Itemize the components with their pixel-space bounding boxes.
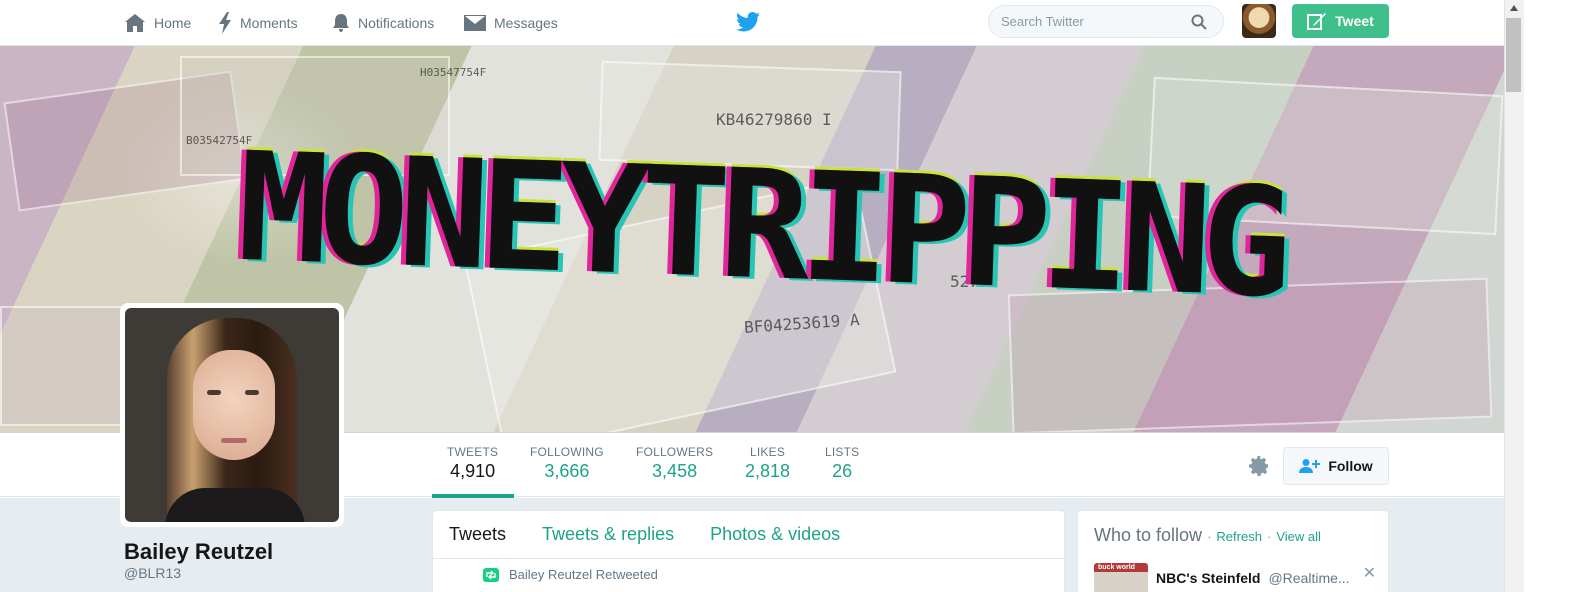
profile-photo [125, 308, 339, 522]
nav-notifications[interactable]: Notifications [332, 12, 434, 34]
stat-value: 4,910 [450, 461, 496, 481]
scroll-up-arrow-icon[interactable] [1509, 4, 1519, 12]
nav-messages-label: Messages [494, 15, 558, 31]
tweet-button[interactable]: Tweet [1292, 4, 1389, 38]
stat-value: 3,666 [544, 461, 590, 481]
suggestion-row[interactable]: buck world NBC's Steinfeld @Realtime... … [1094, 563, 1376, 592]
timeline: Tweets Tweets & replies Photos & videos … [432, 510, 1065, 592]
timeline-tabs: Tweets Tweets & replies Photos & videos [433, 511, 1064, 559]
follow-button[interactable]: Follow [1283, 447, 1389, 485]
twitter-bird-icon[interactable] [736, 11, 760, 33]
retweet-context-text: Bailey Reutzel Retweeted [509, 567, 658, 582]
suggestion-handle: @Realtime... [1268, 570, 1350, 586]
stat-likes[interactable]: LIKES 2,818 [745, 445, 790, 482]
stat-label: FOLLOWERS [636, 445, 714, 459]
gear-icon[interactable] [1248, 455, 1270, 477]
retweet-icon [483, 567, 499, 582]
who-to-follow-title: Who to follow [1094, 525, 1203, 545]
follow-button-label: Follow [1328, 458, 1373, 474]
banner-title: MONEYTRIPPING [235, 120, 1285, 332]
stat-label: LIKES [750, 445, 786, 459]
twitter-profile-page: Home Moments Notifications Messages Twee… [0, 0, 1574, 592]
bell-icon [333, 14, 349, 32]
banner-serial: H03547754F [420, 66, 487, 79]
stat-following[interactable]: FOLLOWING 3,666 [530, 445, 604, 482]
account-avatar[interactable] [1242, 4, 1276, 38]
scrollbar-thumb[interactable] [1506, 18, 1521, 92]
separator: · [1266, 529, 1272, 544]
search-box[interactable] [988, 5, 1224, 38]
profile-name: Bailey Reutzel [124, 539, 274, 564]
suggestion-avatar[interactable]: buck world [1094, 563, 1148, 592]
nav-moments-label: Moments [240, 15, 298, 31]
tab-photos-videos[interactable]: Photos & videos [710, 524, 840, 545]
stat-value: 2,818 [745, 461, 791, 481]
view-all-link[interactable]: View all [1276, 529, 1321, 544]
stat-value: 26 [832, 461, 853, 481]
add-user-icon [1299, 459, 1321, 473]
nav-notifications-label: Notifications [358, 15, 435, 31]
who-to-follow-header: Who to follow · Refresh · View all [1094, 525, 1372, 546]
nav-messages[interactable]: Messages [464, 12, 558, 34]
tweet-button-label: Tweet [1335, 13, 1374, 29]
profile-handle[interactable]: @BLR13 [124, 565, 181, 581]
nav-home[interactable]: Home [124, 12, 191, 34]
stat-lists[interactable]: LISTS 26 [825, 445, 859, 482]
stat-followers[interactable]: FOLLOWERS 3,458 [636, 445, 713, 482]
profile-avatar[interactable] [120, 303, 344, 527]
stat-label: FOLLOWING [530, 445, 604, 459]
top-nav: Home Moments Notifications Messages Twee… [0, 0, 1504, 46]
stat-value: 3,458 [652, 461, 698, 481]
separator: · [1207, 529, 1212, 544]
banner-serial: KB46279860 I [716, 110, 832, 129]
suggestion-avatar-text: buck world [1098, 564, 1135, 571]
home-icon [125, 14, 145, 32]
compose-icon [1307, 13, 1327, 30]
close-icon[interactable]: ✕ [1363, 563, 1376, 583]
envelope-icon [464, 15, 486, 31]
refresh-link[interactable]: Refresh [1216, 529, 1262, 544]
search-input[interactable] [1001, 14, 1191, 29]
stat-label: LISTS [825, 445, 860, 459]
nav-moments[interactable]: Moments [218, 12, 298, 34]
retweet-context: Bailey Reutzel Retweeted [433, 559, 1064, 582]
tab-tweets[interactable]: Tweets [449, 524, 506, 545]
tab-tweets-replies[interactable]: Tweets & replies [542, 524, 674, 545]
suggestion-name[interactable]: NBC's Steinfeld [1156, 570, 1260, 586]
who-to-follow-card: Who to follow · Refresh · View all buck … [1077, 510, 1389, 592]
lightning-icon [219, 12, 231, 34]
search-icon[interactable] [1191, 14, 1207, 30]
stat-label: TWEETS [447, 445, 499, 459]
nav-home-label: Home [154, 15, 192, 31]
stat-tweets[interactable]: TWEETS 4,910 [447, 445, 498, 482]
